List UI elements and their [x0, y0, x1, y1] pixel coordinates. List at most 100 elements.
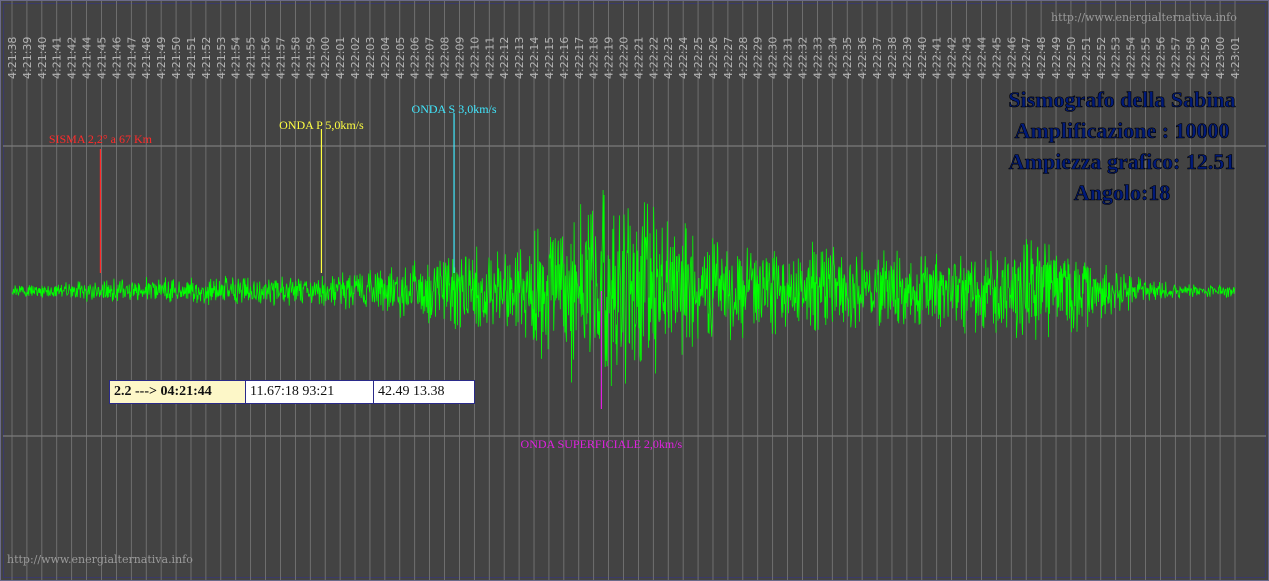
- time-tick-label: 4:22:30: [767, 37, 780, 79]
- time-tick-label: 4:22:55: [1140, 37, 1153, 79]
- marker-label-onda-s: ONDA S 3,0km/s: [412, 102, 497, 116]
- time-tick-label: 4:22:21: [632, 37, 645, 79]
- time-tick-label: 4:22:16: [558, 37, 571, 79]
- time-tick-label: 4:22:18: [588, 37, 601, 79]
- time-tick-label: 4:21:51: [185, 37, 198, 79]
- time-tick-label: 4:22:42: [946, 37, 959, 79]
- time-tick-label: 4:21:50: [170, 37, 183, 79]
- marker-label-onda-p: ONDA P 5,0km/s: [279, 118, 364, 132]
- time-tick-label: 4:21:52: [200, 37, 213, 79]
- time-tick-label: 4:22:29: [752, 37, 765, 79]
- time-tick-label: 4:22:00: [319, 37, 332, 79]
- marker-label-sisma: SISMA 2,2° a 67 Km: [49, 132, 153, 146]
- watermark-bottom: http://www.energialternativa.info: [7, 553, 193, 566]
- time-tick-label: 4:21:45: [95, 37, 108, 79]
- time-tick-label: 4:21:48: [140, 37, 153, 79]
- time-tick-label: 4:21:58: [289, 37, 302, 79]
- time-tick-label: 4:22:12: [498, 37, 511, 79]
- title-line-1: Sismografo della Sabina: [1008, 87, 1235, 112]
- seismograph-frame: 4:21:38 4:21:39 4:21:40 4:21:41 4:21:42 4:21:…: [0, 0, 1269, 581]
- time-tick-label: 4:22:10: [468, 37, 481, 79]
- time-tick-label: 4:22:35: [841, 37, 854, 79]
- time-tick-label: 4:21:44: [81, 37, 94, 79]
- time-tick-label: 4:22:58: [1184, 37, 1197, 79]
- title-line-2: Amplificazione : 10000: [1014, 118, 1229, 143]
- time-tick-label: 4:22:19: [603, 37, 616, 79]
- time-tick-label: 4:22:27: [722, 37, 735, 79]
- time-tick-label: 4:22:38: [886, 37, 899, 79]
- time-tick-label: 4:21:47: [125, 37, 138, 79]
- time-tick-label: 4:22:53: [1110, 37, 1123, 79]
- time-tick-label: 4:22:11: [483, 37, 496, 79]
- time-tick-label: 4:22:09: [453, 37, 466, 79]
- time-tick-label: 4:22:24: [677, 37, 690, 79]
- time-tick-label: 4:22:23: [662, 37, 675, 79]
- time-tick-label: 4:22:17: [573, 37, 586, 79]
- time-tick-label: 4:22:40: [916, 37, 929, 79]
- event-magnitude-time: 2.2 ---> 04:21:44: [110, 381, 246, 403]
- time-tick-label: 4:22:08: [439, 37, 452, 79]
- time-tick-label: 4:22:32: [796, 37, 809, 79]
- time-tick-label: 4:22:48: [1035, 37, 1048, 79]
- time-tick-label: 4:22:50: [1065, 37, 1078, 79]
- time-tick-label: 4:22:06: [409, 37, 422, 79]
- time-tick-label: 4:22:39: [901, 37, 914, 79]
- time-tick-label: 4:21:53: [215, 37, 228, 79]
- time-tick-label: 4:22:20: [618, 37, 631, 79]
- time-tick-label: 4:21:54: [230, 37, 243, 79]
- time-tick-label: 4:22:07: [424, 37, 437, 79]
- time-tick-label: 4:22:01: [334, 37, 347, 79]
- marker-label-onda-sup: ONDA SUPERFICIALE 2,0km/s: [521, 437, 683, 451]
- title-line-3: Ampiezza grafico: 12.51: [1009, 149, 1236, 174]
- time-tick-label: 4:21:57: [274, 37, 287, 79]
- time-tick-label: 4:22:56: [1154, 37, 1167, 79]
- time-tick-label: 4:22:03: [364, 37, 377, 79]
- time-tick-label: 4:22:28: [737, 37, 750, 79]
- time-tick-label: 4:21:39: [21, 37, 34, 79]
- time-tick-label: 4:21:40: [36, 37, 49, 79]
- watermark-top: http://www.energialternativa.info: [1051, 11, 1237, 24]
- time-tick-label: 4:22:15: [543, 37, 556, 79]
- time-tick-label: 4:21:55: [245, 37, 258, 79]
- time-tick-label: 4:22:22: [647, 37, 660, 79]
- time-tick-label: 4:22:13: [513, 37, 526, 79]
- time-tick-label: 4:22:59: [1199, 37, 1212, 79]
- time-tick-label: 4:22:54: [1125, 37, 1138, 79]
- time-tick-label: 4:22:49: [1050, 37, 1063, 79]
- time-tick-label: 4:22:51: [1080, 37, 1093, 79]
- event-coordinates-b: 42.49 13.38: [374, 381, 474, 403]
- time-tick-label: 4:22:14: [528, 37, 541, 79]
- time-tick-label: 4:22:34: [826, 37, 839, 79]
- time-tick-label: 4:22:43: [961, 37, 974, 79]
- time-tick-label: 4:23:00: [1214, 37, 1227, 79]
- time-tick-label: 4:21:59: [304, 37, 317, 79]
- time-tick-label: 4:22:04: [379, 37, 392, 79]
- time-tick-label: 4:22:26: [707, 37, 720, 79]
- event-info-box: 2.2 ---> 04:21:44 11.67:18 93:21 42.49 1…: [109, 380, 475, 404]
- time-tick-label: 4:21:46: [110, 37, 123, 79]
- time-tick-label: 4:21:56: [260, 37, 273, 79]
- time-tick-label: 4:22:46: [1005, 37, 1018, 79]
- time-tick-label: 4:21:41: [51, 37, 64, 79]
- time-tick-label: 4:21:49: [155, 37, 168, 79]
- time-tick-label: 4:22:37: [871, 37, 884, 79]
- time-tick-label: 4:22:31: [782, 37, 795, 79]
- time-tick-labels: 4:21:38 4:21:39 4:21:40 4:21:41 4:21:42 4:21:…: [6, 37, 1242, 79]
- time-tick-label: 4:22:47: [1020, 37, 1033, 79]
- time-tick-label: 4:22:52: [1095, 37, 1108, 79]
- time-tick-label: 4:22:57: [1169, 37, 1182, 79]
- time-tick-label: 4:22:33: [811, 37, 824, 79]
- time-tick-label: 4:21:42: [66, 37, 79, 79]
- seismogram-chart: 4:21:38 4:21:39 4:21:40 4:21:41 4:21:42 4:21:…: [3, 1, 1266, 580]
- time-tick-label: 4:23:01: [1229, 37, 1242, 79]
- time-tick-label: 4:21:38: [6, 37, 19, 79]
- time-tick-label: 4:22:02: [349, 37, 362, 79]
- time-tick-label: 4:22:41: [931, 37, 944, 79]
- time-tick-label: 4:22:45: [990, 37, 1003, 79]
- time-tick-label: 4:22:05: [394, 37, 407, 79]
- time-tick-label: 4:22:25: [692, 37, 705, 79]
- event-coordinates-a: 11.67:18 93:21: [246, 381, 374, 403]
- title-line-4: Angolo:18: [1074, 180, 1171, 205]
- time-tick-label: 4:22:36: [856, 37, 869, 79]
- time-tick-label: 4:22:44: [975, 37, 988, 79]
